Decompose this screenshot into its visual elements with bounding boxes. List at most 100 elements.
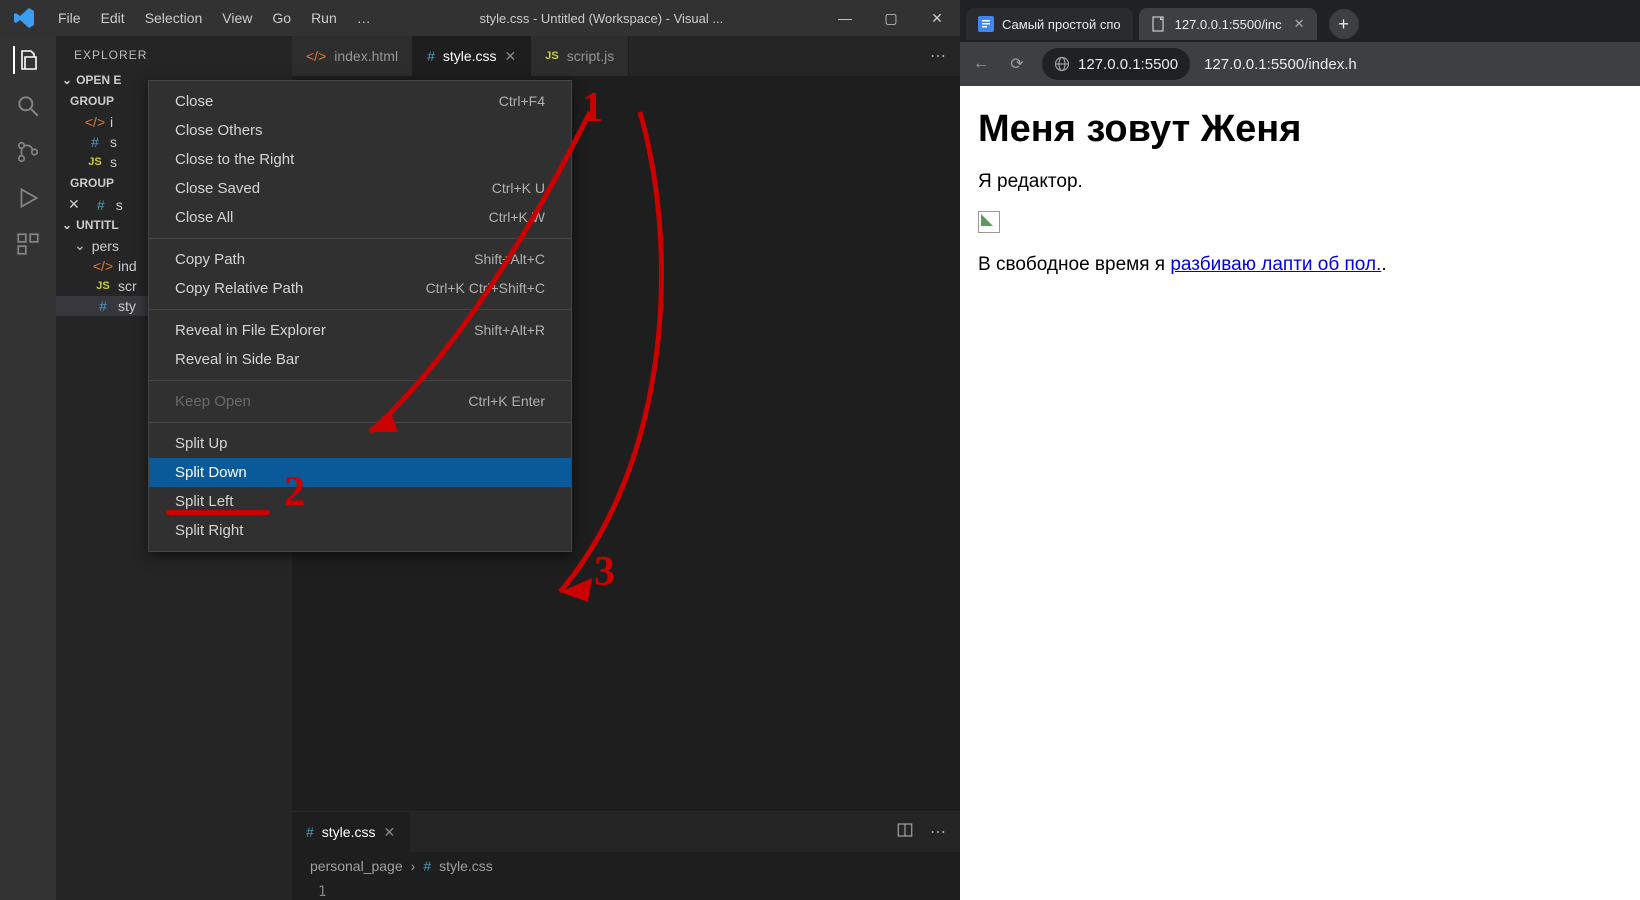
menu-item-label: Close to the Right — [175, 151, 294, 168]
menu-selection[interactable]: Selection — [135, 4, 213, 32]
split-editor-icon[interactable] — [896, 821, 914, 844]
html-icon: </> — [86, 114, 104, 130]
tab-script-js[interactable]: JSscript.js — [531, 36, 629, 76]
address-text: 127.0.0.1:5500 — [1078, 56, 1178, 73]
menu-item-label: Keep Open — [175, 393, 251, 410]
address-bar[interactable]: 127.0.0.1:5500 — [1042, 48, 1190, 80]
css-icon: # — [86, 134, 104, 150]
menu-bar: File Edit Selection View Go Run … — [48, 4, 381, 32]
breadcrumbs[interactable]: personal_page › # style.css — [292, 852, 960, 880]
menu-item-split-down[interactable]: Split Down — [149, 458, 571, 487]
tab-label: style.css — [322, 824, 376, 840]
breadcrumb-folder: personal_page — [310, 858, 403, 874]
menu-separator — [149, 309, 571, 310]
menu-go[interactable]: Go — [262, 4, 301, 32]
extensions-icon[interactable] — [14, 230, 42, 258]
js-icon: JS — [94, 280, 112, 292]
menu-item-label: Split Right — [175, 522, 243, 539]
menu-item-reveal-in-file-explorer[interactable]: Reveal in File Explorer Shift+Alt+R — [149, 316, 571, 345]
tab-context-menu: CloseCtrl+F4 Close Others Close to the Rig… — [148, 80, 572, 552]
tab-style-css[interactable]: #style.css✕ — [413, 36, 531, 76]
menu-item-reveal-in-side-bar[interactable]: Reveal in Side Bar — [149, 345, 571, 374]
menu-separator — [149, 238, 571, 239]
html-icon: </> — [306, 48, 326, 64]
browser-tabstrip: Самый простой спо 127.0.0.1:5500/inc ✕ + — [960, 0, 1640, 42]
more-icon[interactable]: ⋯ — [930, 822, 946, 842]
search-icon[interactable] — [14, 92, 42, 120]
css-icon: # — [92, 197, 110, 213]
menu-file[interactable]: File — [48, 4, 91, 32]
close-window-button[interactable]: ✕ — [914, 0, 960, 36]
tab-style-css-bottom[interactable]: # style.css ✕ — [292, 812, 410, 852]
page-link[interactable]: разбиваю лапти об пол. — [1170, 254, 1381, 275]
file-label: s — [110, 154, 117, 170]
browser-tab-docs[interactable]: Самый простой спо — [966, 8, 1133, 40]
globe-icon — [1054, 56, 1070, 72]
line-number: 1 — [292, 880, 960, 900]
css-icon: # — [94, 298, 112, 314]
page-paragraph-2: В свободное время я разбиваю лапти об по… — [978, 254, 1622, 276]
menu-item-close[interactable]: CloseCtrl+F4 — [149, 87, 571, 116]
menu-item-label: Copy Relative Path — [175, 280, 303, 297]
menu-item-shortcut: Ctrl+K Enter — [468, 393, 545, 410]
menu-item-split-right[interactable]: Split Right — [149, 516, 571, 545]
editor-tabs-bottom: # style.css ✕ ⋯ — [292, 812, 960, 852]
explorer-icon[interactable] — [13, 46, 41, 74]
titlebar: File Edit Selection View Go Run … style.… — [0, 0, 960, 36]
menu-view[interactable]: View — [212, 4, 262, 32]
menu-item-split-up[interactable]: Split Up — [149, 429, 571, 458]
menu-item-label: Reveal in File Explorer — [175, 322, 326, 339]
tab-label: style.css — [443, 48, 497, 64]
file-label: sty — [118, 298, 136, 314]
new-tab-button[interactable]: + — [1329, 9, 1359, 39]
run-debug-icon[interactable] — [14, 184, 42, 212]
menu-item-label: Split Up — [175, 435, 228, 452]
file-label: ind — [118, 258, 137, 274]
menu-separator — [149, 422, 571, 423]
menu-item-label: Close Others — [175, 122, 263, 139]
tab-index-html[interactable]: </>index.html — [292, 36, 413, 76]
close-icon[interactable]: ✕ — [505, 48, 517, 65]
menu-item-shortcut: Shift+Alt+R — [474, 322, 545, 339]
file-label: i — [110, 114, 113, 130]
css-icon: # — [306, 824, 314, 840]
maximize-button[interactable]: ▢ — [868, 0, 914, 36]
menu-item-shortcut: Ctrl+F4 — [499, 93, 545, 110]
menu-more[interactable]: … — [347, 4, 381, 32]
tab-actions-bottom: ⋯ — [882, 812, 960, 852]
docs-icon — [978, 16, 994, 32]
close-icon[interactable]: ✕ — [1294, 16, 1305, 32]
file-label: s — [116, 197, 123, 213]
menu-item-label: Reveal in Side Bar — [175, 351, 299, 368]
close-icon[interactable]: ✕ — [383, 824, 395, 841]
menu-item-label: Close Saved — [175, 180, 260, 197]
menu-item-close-others[interactable]: Close Others — [149, 116, 571, 145]
page-heading: Меня зовут Женя — [978, 108, 1622, 151]
folder-label: pers — [92, 238, 119, 254]
close-icon[interactable]: ✕ — [68, 196, 80, 213]
menu-separator — [149, 380, 571, 381]
browser-tab-label: 127.0.0.1:5500/inc — [1175, 17, 1282, 32]
menu-item-shortcut: Ctrl+K Ctrl+Shift+C — [426, 280, 545, 297]
back-button[interactable]: ← — [970, 55, 992, 73]
editor-tabs-top: </>index.html #style.css✕ JSscript.js ⋯ — [292, 36, 960, 76]
source-control-icon[interactable] — [14, 138, 42, 166]
broken-image-icon — [978, 211, 1000, 233]
reload-button[interactable]: ⟳ — [1006, 54, 1028, 74]
menu-item-copy-path[interactable]: Copy Path Shift+Alt+C — [149, 245, 571, 274]
tab-actions[interactable]: ⋯ — [916, 36, 960, 76]
vscode-logo-icon — [12, 6, 36, 30]
minimize-button[interactable]: ― — [822, 0, 868, 36]
menu-item-shortcut: Shift+Alt+C — [474, 251, 545, 268]
menu-item-copy-relative-path[interactable]: Copy Relative Path Ctrl+K Ctrl+Shift+C — [149, 274, 571, 303]
menu-item-label: Copy Path — [175, 251, 245, 268]
js-icon: JS — [545, 50, 558, 62]
menu-item-close-to-the-right[interactable]: Close to the Right — [149, 145, 571, 174]
menu-edit[interactable]: Edit — [91, 4, 135, 32]
menu-item-close-saved[interactable]: Close SavedCtrl+K U — [149, 174, 571, 203]
menu-run[interactable]: Run — [301, 4, 347, 32]
browser-tab-localhost[interactable]: 127.0.0.1:5500/inc ✕ — [1139, 8, 1317, 40]
menu-item-close-all[interactable]: Close AllCtrl+K W — [149, 203, 571, 232]
menu-item-split-left[interactable]: Split Left — [149, 487, 571, 516]
vscode-window: File Edit Selection View Go Run … style.… — [0, 0, 960, 900]
